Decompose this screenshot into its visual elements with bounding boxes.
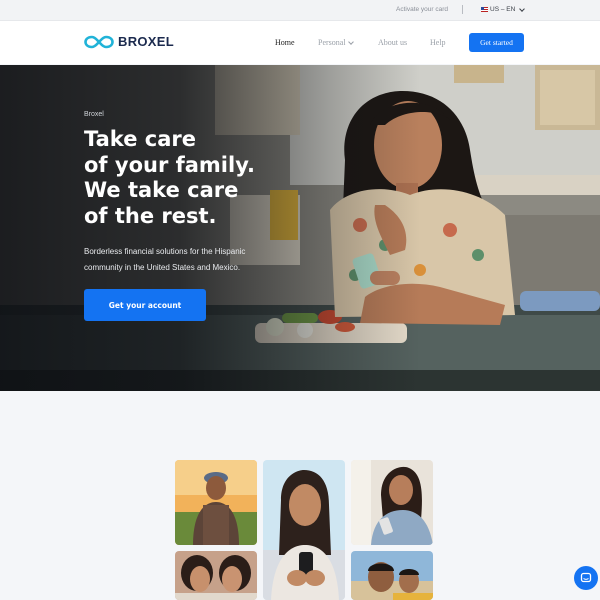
nav-item-home[interactable]: Home [275,38,295,47]
nav-item-personal-label: Personal [318,38,346,47]
language-selector[interactable]: US – EN [481,5,526,13]
gallery-photo-man-in-field [175,460,257,545]
chat-button[interactable] [574,566,598,590]
infinity-logo-icon [84,35,114,48]
gallery-photo-woman-smiling-phone [263,460,345,600]
get-your-account-button[interactable]: Get your account [84,289,206,321]
nav-item-personal[interactable]: Personal [318,38,354,47]
divider [462,5,463,14]
main-navigation: BROXEL Home Personal About us Help Get s… [0,21,600,64]
brand-logo[interactable]: BROXEL [84,34,174,49]
get-started-button[interactable]: Get started [469,33,524,52]
us-flag-icon [481,7,488,12]
headline-line: We take care [84,178,239,202]
utility-bar: Activate your card US – EN [0,0,600,21]
headline-line: Take care [84,127,196,151]
chevron-down-icon [519,5,526,12]
activate-card-link[interactable]: Activate your card [396,6,448,13]
hero-subtext: Borderless financial solutions for the H… [84,244,304,276]
subtext-line: community in the United States and Mexic… [84,263,241,272]
chevron-down-icon [347,38,354,45]
brand-name: BROXEL [118,34,174,49]
headline-line: of the rest. [84,203,217,228]
nav-item-help[interactable]: Help [430,38,446,47]
gallery-photo-two-women-selfie [175,551,257,600]
headline-line: of your family. [84,152,255,177]
gallery-photo-woman-on-phone [351,460,433,545]
nav-item-about[interactable]: About us [378,38,407,47]
chat-icon [580,572,592,583]
hero-headline: Take care of your family. We take care o… [84,127,344,229]
subtext-line: Borderless financial solutions for the H… [84,247,246,256]
gallery-photo-father-and-son [351,551,433,600]
hero-eyebrow: Broxel [84,111,104,118]
language-label: US – EN [490,6,516,13]
